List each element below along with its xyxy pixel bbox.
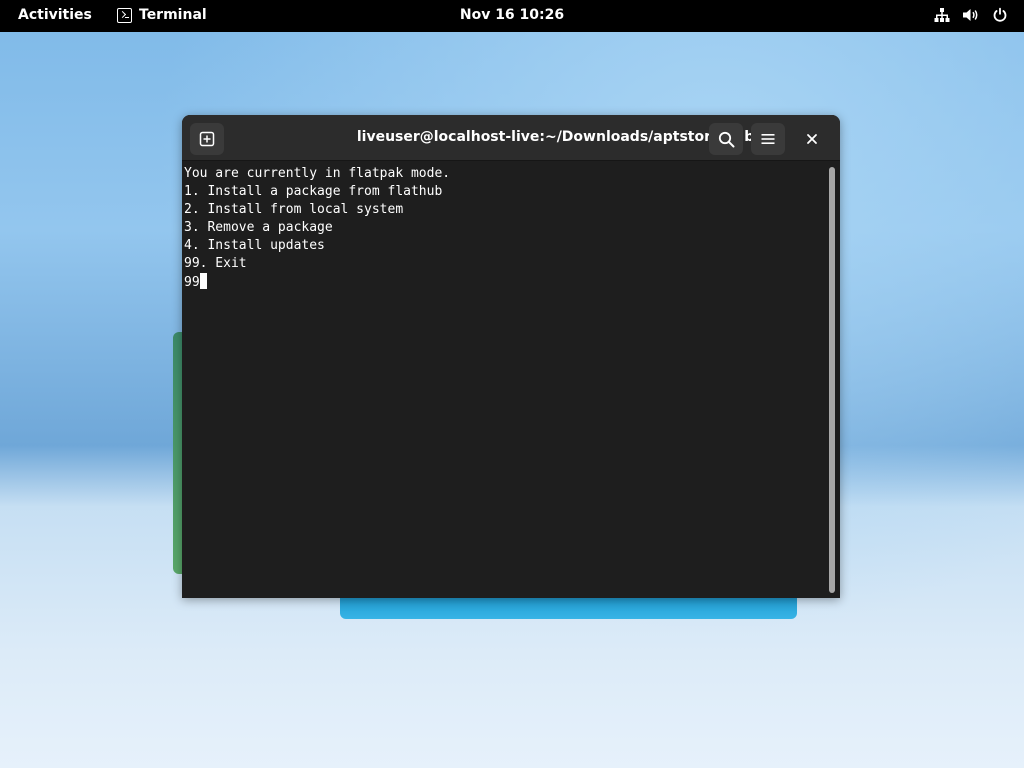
scrollbar-thumb[interactable] [829,167,835,593]
text-cursor [199,273,207,289]
hamburger-menu-icon [761,134,775,144]
new-tab-button[interactable] [190,123,224,155]
search-button[interactable] [709,123,743,155]
typed-input: 99 [184,275,200,290]
new-tab-icon [199,131,215,147]
clock[interactable]: Nov 16 10:26 [460,7,564,23]
window-title: liveuser@localhost-live:~/Downloads/apts… [356,129,782,145]
output-line: 4. Install updates [184,238,325,253]
search-icon [718,131,734,147]
app-menu-label: Terminal [139,7,207,23]
top-bar: Activities Terminal Nov 16 10:26 [0,0,1024,32]
network-icon[interactable] [934,7,950,23]
app-menu[interactable]: Terminal [117,7,207,23]
output-line: 99. Exit [184,256,247,271]
background-window-edge[interactable] [340,596,797,619]
scrollbar[interactable] [827,165,837,595]
main-menu-button[interactable] [751,123,785,155]
terminal-icon [117,7,132,23]
close-icon [807,134,817,144]
close-button[interactable] [799,126,825,152]
output-line: 3. Remove a package [184,220,333,235]
terminal-headerbar[interactable]: liveuser@localhost-live:~/Downloads/apts… [182,115,840,161]
output-line: You are currently in flatpak mode. [184,166,451,181]
terminal-window[interactable]: liveuser@localhost-live:~/Downloads/apts… [182,115,840,598]
output-line: 1. Install a package from flathub [184,184,443,199]
activities-button[interactable]: Activities [18,7,92,23]
input-line[interactable]: 99 [184,273,824,291]
output-line: 2. Install from local system [184,202,404,217]
system-tray[interactable] [934,7,1008,23]
volume-icon[interactable] [962,7,980,23]
power-icon[interactable] [992,7,1008,23]
terminal-output[interactable]: You are currently in flatpak mode. 1. In… [184,165,824,595]
